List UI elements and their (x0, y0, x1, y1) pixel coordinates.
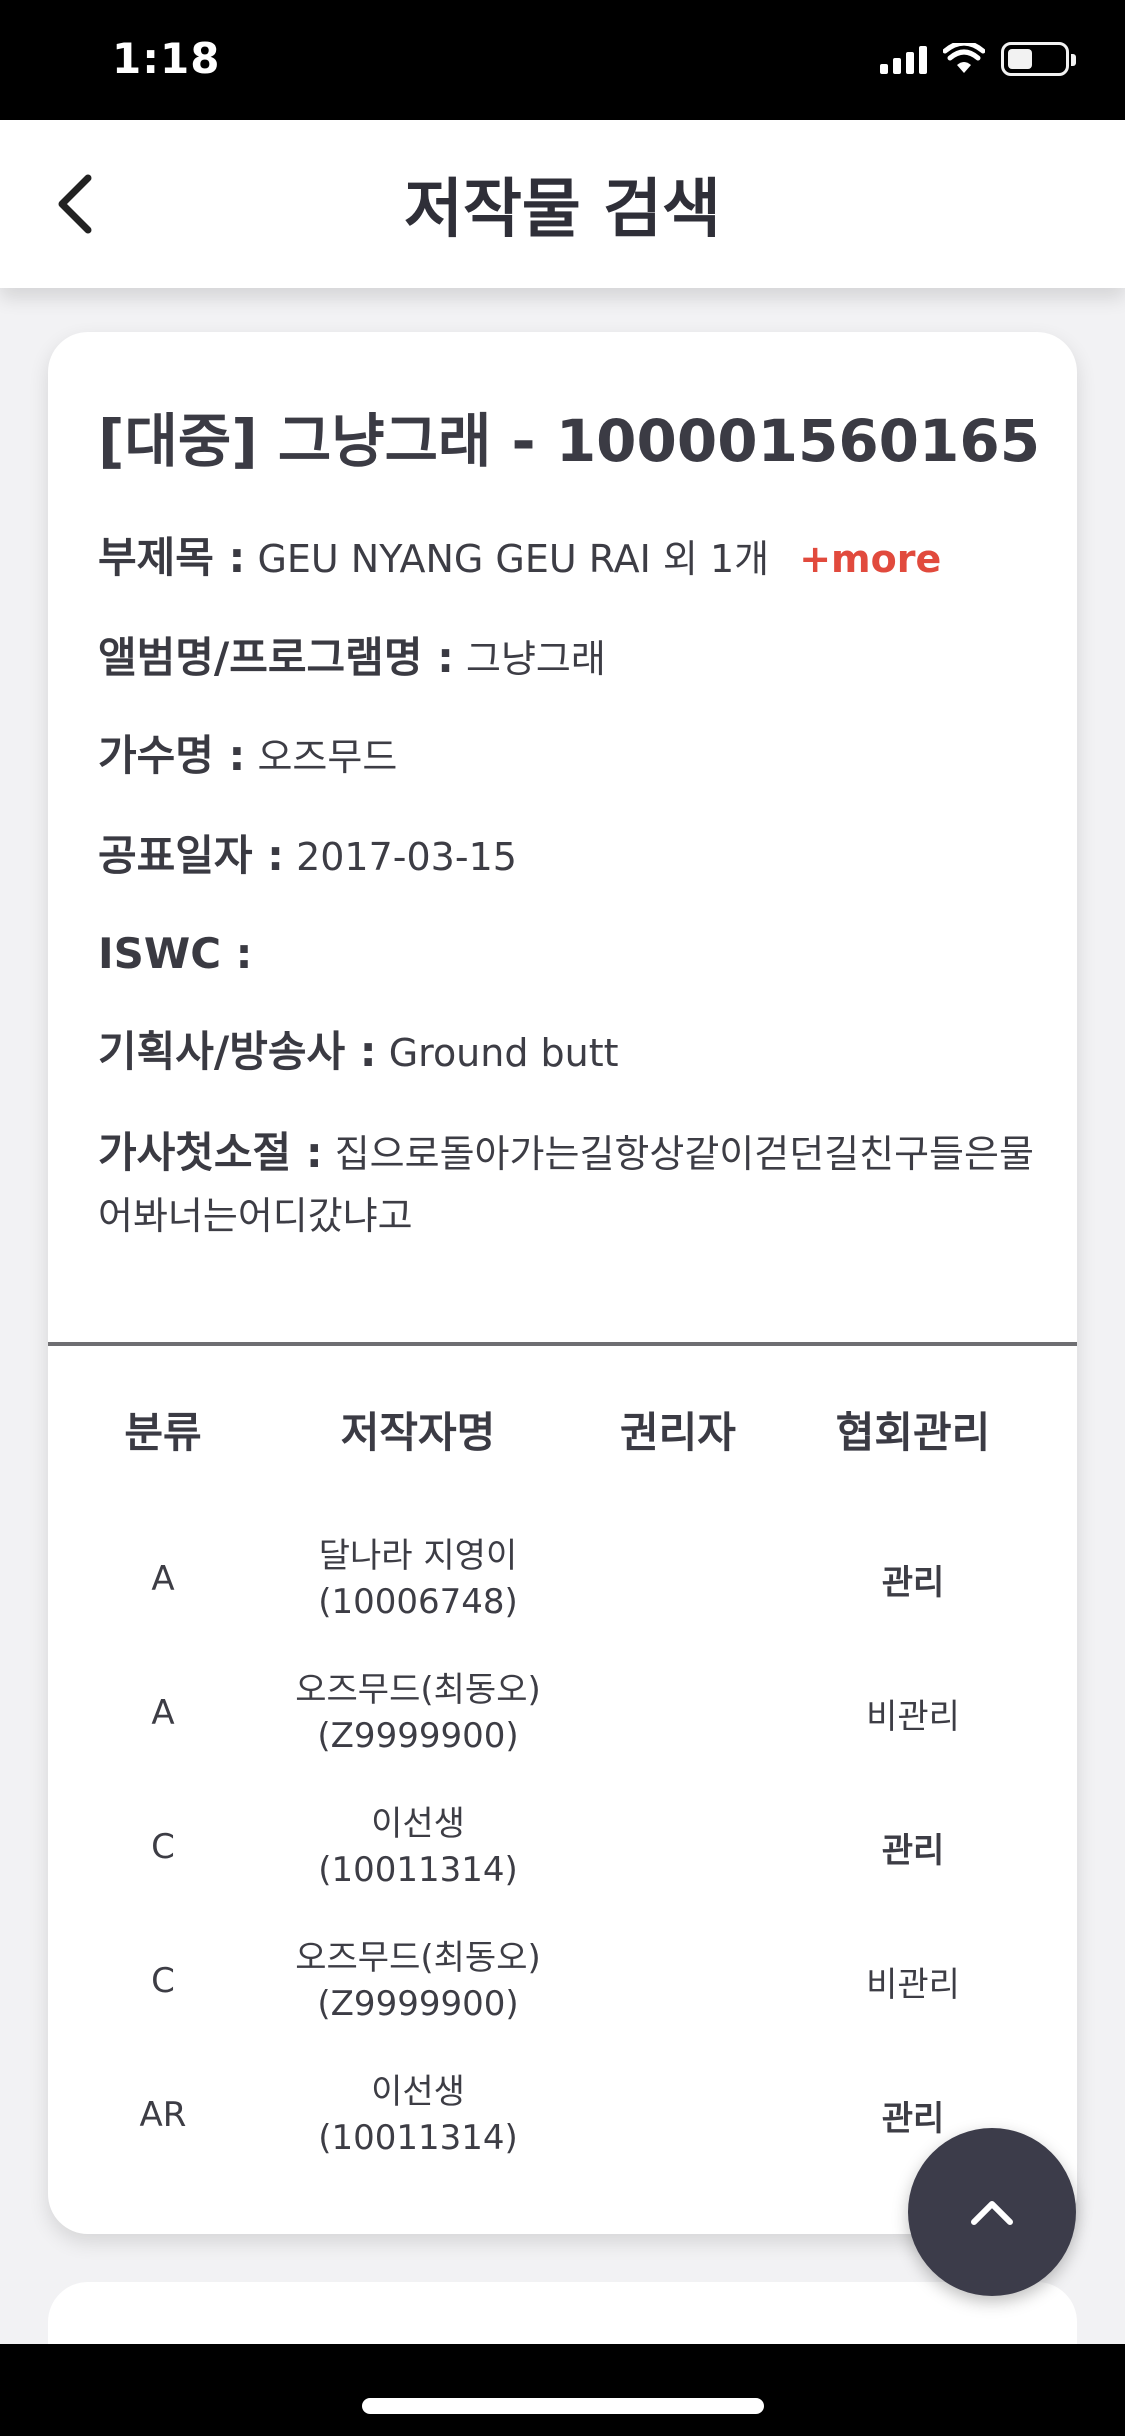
table-row: C 오즈무드(최동오) (Z9999900) 비관리 (48, 1914, 1077, 2048)
iswc-label: ISWC : (98, 929, 253, 978)
agency-label: 기획사/방송사 : (98, 1027, 377, 1076)
home-indicator[interactable] (362, 2398, 764, 2414)
status-icons (880, 42, 1076, 76)
subtitle-value: GEU NYANG GEU RAI 외 1개 (257, 537, 770, 581)
author-name: 달나라 지영이 (318, 1536, 518, 1576)
table-row: A 오즈무드(최동오) (Z9999900) 비관리 (48, 1646, 1077, 1780)
author-code: (Z9999900) (317, 1984, 519, 2024)
author-code: (10011314) (318, 1850, 518, 1890)
cell-management: 관리 (881, 1562, 945, 1603)
cell-category: A (151, 1559, 175, 1599)
work-card: [대중] 그냥그래 - 100001560165 부제목 : GEU NYANG… (48, 332, 1077, 2234)
release-value: 2017-03-15 (296, 835, 517, 879)
author-name: 오즈무드(최동오) (295, 1938, 541, 1978)
header-author: 저작자명 (340, 1407, 496, 1457)
album-label: 앨범명/프로그램명 : (98, 633, 454, 682)
chevron-left-icon (58, 174, 92, 234)
iswc-row: ISWC : (98, 924, 1048, 985)
cell-author: 오즈무드(최동오) (Z9999900) (278, 1935, 558, 2027)
author-code: (10006748) (318, 1582, 518, 1622)
cell-management: 비관리 (866, 1964, 960, 2005)
wifi-icon (943, 43, 985, 73)
lyric-row: 가사첫소절 : 집으로돌아가는길항상같이걷던길친구들은물어봐너는어디갔냐고 (98, 1122, 1048, 1247)
author-name: 이선생 (371, 1804, 465, 1844)
lyric-label: 가사첫소절 : (98, 1128, 323, 1177)
cell-author: 이선생 (10011314) (278, 2069, 558, 2161)
release-label: 공표일자 : (98, 831, 284, 880)
album-value: 그냥그래 (465, 637, 606, 681)
cell-category: AR (139, 2095, 187, 2135)
cell-category: C (151, 1961, 175, 2001)
singer-label: 가수명 : (98, 731, 246, 780)
cell-category: A (151, 1693, 175, 1733)
author-name: 이선생 (371, 2072, 465, 2112)
author-code: (Z9999900) (317, 1716, 519, 1756)
cell-author: 이선생 (10011314) (278, 1801, 558, 1893)
work-title: [대중] 그냥그래 - 100001560165 (98, 407, 1041, 475)
agency-value: Ground butt (388, 1031, 619, 1075)
author-code: (10011314) (318, 2118, 518, 2158)
header-category: 분류 (124, 1407, 202, 1457)
cell-author: 달나라 지영이 (10006748) (278, 1533, 558, 1625)
subtitle-label: 부제목 : (98, 533, 246, 582)
cell-management: 비관리 (866, 1696, 960, 1737)
chevron-up-icon (971, 2201, 1013, 2225)
table-row: AR 이선생 (10011314) 관리 (48, 2048, 1077, 2182)
header-holder: 권리자 (620, 1407, 736, 1457)
table-row: A 달나라 지영이 (10006748) 관리 (48, 1512, 1077, 1646)
singer-value: 오즈무드 (257, 735, 398, 779)
back-button[interactable] (34, 164, 114, 244)
nav-bar: 저작물 검색 (0, 120, 1125, 288)
battery-icon (1001, 42, 1076, 76)
singer-row: 가수명 : 오즈무드 (98, 726, 1048, 787)
header-management: 협회관리 (835, 1407, 991, 1457)
status-bar: 1:18 (0, 0, 1125, 120)
more-link[interactable]: +more (799, 537, 941, 581)
home-area (0, 2344, 1125, 2436)
author-name: 오즈무드(최동오) (295, 1670, 541, 1710)
page-title: 저작물 검색 (404, 173, 721, 247)
release-row: 공표일자 : 2017-03-15 (98, 826, 1048, 887)
cell-author: 오즈무드(최동오) (Z9999900) (278, 1667, 558, 1759)
cell-management: 관리 (881, 1830, 945, 1871)
cell-category: C (151, 1827, 175, 1867)
scroll-top-button[interactable] (908, 2128, 1076, 2296)
subtitle-row: 부제목 : GEU NYANG GEU RAI 외 1개 +more (98, 528, 1048, 589)
table-header: 분류 저작자명 권리자 협회관리 (48, 1346, 1077, 1512)
album-row: 앨범명/프로그램명 : 그냥그래 (98, 628, 1048, 689)
table-row: C 이선생 (10011314) 관리 (48, 1780, 1077, 1914)
agency-row: 기획사/방송사 : Ground butt (98, 1022, 1048, 1083)
status-time: 1:18 (112, 34, 221, 83)
signal-icon (880, 44, 927, 74)
